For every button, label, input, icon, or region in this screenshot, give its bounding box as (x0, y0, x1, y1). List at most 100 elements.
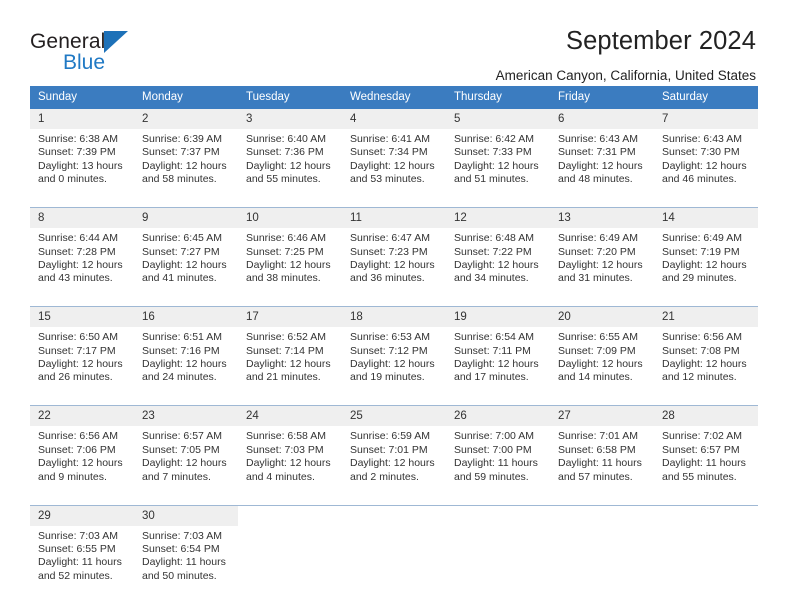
sunset-text: Sunset: 7:06 PM (38, 443, 116, 456)
day-cell[interactable]: 30 Sunrise: 7:03 AM Sunset: 6:54 PM Dayl… (134, 504, 238, 594)
daylight-text-line1: Daylight: 12 hours (142, 457, 227, 470)
sunset-text: Sunset: 7:16 PM (142, 344, 220, 357)
calendar-table: Sunday Monday Tuesday Wednesday Thursday… (30, 86, 758, 594)
day-details: Sunrise: 6:39 AM Sunset: 7:37 PM Dayligh… (134, 129, 238, 197)
day-cell-empty (342, 504, 446, 594)
day-details: Sunrise: 6:49 AM Sunset: 7:19 PM Dayligh… (654, 228, 758, 296)
day-cell[interactable]: 15 Sunrise: 6:50 AM Sunset: 7:17 PM Dayl… (30, 306, 134, 395)
day-details: Sunrise: 6:47 AM Sunset: 7:23 PM Dayligh… (342, 228, 446, 296)
day-cell[interactable]: 9 Sunrise: 6:45 AM Sunset: 7:27 PM Dayli… (134, 207, 238, 296)
sunrise-text: Sunrise: 6:38 AM (38, 133, 118, 145)
sunrise-text: Sunrise: 6:42 AM (454, 133, 534, 145)
day-cell[interactable]: 4 Sunrise: 6:41 AM Sunset: 7:34 PM Dayli… (342, 109, 446, 197)
day-cell[interactable]: 22 Sunrise: 6:56 AM Sunset: 7:06 PM Dayl… (30, 405, 134, 494)
day-cell[interactable]: 27 Sunrise: 7:01 AM Sunset: 6:58 PM Dayl… (550, 405, 654, 494)
day-number: 6 (550, 109, 654, 129)
weekday-header-thursday: Thursday (446, 86, 550, 109)
general-blue-logo: General Blue (30, 26, 129, 74)
day-cell[interactable]: 3 Sunrise: 6:40 AM Sunset: 7:36 PM Dayli… (238, 109, 342, 197)
sunrise-text: Sunrise: 6:43 AM (662, 133, 742, 145)
day-number (342, 506, 446, 526)
day-cell[interactable]: 8 Sunrise: 6:44 AM Sunset: 7:28 PM Dayli… (30, 207, 134, 296)
week-row: 8 Sunrise: 6:44 AM Sunset: 7:28 PM Dayli… (30, 207, 758, 296)
day-details: Sunrise: 6:43 AM Sunset: 7:31 PM Dayligh… (550, 129, 654, 197)
day-cell[interactable]: 19 Sunrise: 6:54 AM Sunset: 7:11 PM Dayl… (446, 306, 550, 395)
day-details: Sunrise: 6:58 AM Sunset: 7:03 PM Dayligh… (238, 426, 342, 494)
day-cell[interactable]: 13 Sunrise: 6:49 AM Sunset: 7:20 PM Dayl… (550, 207, 654, 296)
sunrise-text: Sunrise: 6:47 AM (350, 232, 430, 245)
day-cell[interactable]: 17 Sunrise: 6:52 AM Sunset: 7:14 PM Dayl… (238, 306, 342, 395)
day-cell[interactable]: 6 Sunrise: 6:43 AM Sunset: 7:31 PM Dayli… (550, 109, 654, 197)
day-cell[interactable]: 18 Sunrise: 6:53 AM Sunset: 7:12 PM Dayl… (342, 306, 446, 395)
daylight-text-line1: Daylight: 12 hours (350, 457, 435, 470)
day-cell[interactable]: 21 Sunrise: 6:56 AM Sunset: 7:08 PM Dayl… (654, 306, 758, 395)
day-details: Sunrise: 6:44 AM Sunset: 7:28 PM Dayligh… (30, 228, 134, 296)
day-number: 19 (446, 307, 550, 328)
daylight-text-line1: Daylight: 11 hours (142, 556, 226, 569)
sunrise-text: Sunrise: 6:43 AM (558, 133, 638, 145)
day-details: Sunrise: 6:48 AM Sunset: 7:22 PM Dayligh… (446, 228, 550, 296)
day-details: Sunrise: 6:45 AM Sunset: 7:27 PM Dayligh… (134, 228, 238, 296)
daylight-text-line2: and 4 minutes. (246, 470, 315, 483)
daylight-text-line1: Daylight: 12 hours (142, 258, 227, 271)
daylight-text-line2: and 0 minutes. (38, 173, 107, 186)
sunrise-text: Sunrise: 7:01 AM (558, 430, 638, 443)
daylight-text-line1: Daylight: 12 hours (662, 159, 747, 172)
day-cell[interactable]: 29 Sunrise: 7:03 AM Sunset: 6:55 PM Dayl… (30, 504, 134, 594)
sunrise-text: Sunrise: 6:59 AM (350, 430, 430, 443)
day-cell[interactable]: 1 Sunrise: 6:38 AM Sunset: 7:39 PM Dayli… (30, 109, 134, 197)
daylight-text-line1: Daylight: 12 hours (558, 258, 643, 271)
daylight-text-line1: Daylight: 12 hours (454, 258, 539, 271)
day-cell[interactable]: 5 Sunrise: 6:42 AM Sunset: 7:33 PM Dayli… (446, 109, 550, 197)
day-cell[interactable]: 23 Sunrise: 6:57 AM Sunset: 7:05 PM Dayl… (134, 405, 238, 494)
day-number: 15 (30, 307, 134, 328)
sunset-text: Sunset: 7:01 PM (350, 443, 428, 456)
sunset-text: Sunset: 7:09 PM (558, 344, 636, 357)
sunrise-text: Sunrise: 6:46 AM (246, 232, 326, 245)
day-cell-empty (238, 504, 342, 594)
day-details: Sunrise: 6:59 AM Sunset: 7:01 PM Dayligh… (342, 426, 446, 494)
daylight-text-line1: Daylight: 12 hours (246, 457, 331, 470)
daylight-text-line1: Daylight: 12 hours (38, 457, 123, 470)
calendar-page: General Blue September 2024 American Can… (0, 0, 792, 612)
daylight-text-line1: Daylight: 11 hours (558, 457, 642, 470)
day-cell[interactable]: 10 Sunrise: 6:46 AM Sunset: 7:25 PM Dayl… (238, 207, 342, 296)
daylight-text-line2: and 36 minutes. (350, 272, 425, 285)
sunset-text: Sunset: 7:08 PM (662, 344, 740, 357)
day-number: 16 (134, 307, 238, 328)
title-block: September 2024 American Canyon, Californ… (496, 26, 758, 85)
daylight-text-line1: Daylight: 12 hours (662, 358, 747, 371)
sunrise-text: Sunrise: 7:03 AM (38, 529, 118, 542)
day-cell[interactable]: 16 Sunrise: 6:51 AM Sunset: 7:16 PM Dayl… (134, 306, 238, 395)
day-details: Sunrise: 6:46 AM Sunset: 7:25 PM Dayligh… (238, 228, 342, 296)
day-number: 27 (550, 406, 654, 427)
day-cell[interactable]: 14 Sunrise: 6:49 AM Sunset: 7:19 PM Dayl… (654, 207, 758, 296)
day-cell[interactable]: 7 Sunrise: 6:43 AM Sunset: 7:30 PM Dayli… (654, 109, 758, 197)
day-cell[interactable]: 12 Sunrise: 6:48 AM Sunset: 7:22 PM Dayl… (446, 207, 550, 296)
day-details: Sunrise: 7:02 AM Sunset: 6:57 PM Dayligh… (654, 426, 758, 494)
day-details: Sunrise: 6:51 AM Sunset: 7:16 PM Dayligh… (134, 327, 238, 395)
row-spacer (30, 196, 758, 208)
sunset-text: Sunset: 7:39 PM (38, 146, 116, 159)
day-details: Sunrise: 6:49 AM Sunset: 7:20 PM Dayligh… (550, 228, 654, 296)
day-cell[interactable]: 11 Sunrise: 6:47 AM Sunset: 7:23 PM Dayl… (342, 207, 446, 296)
daylight-text-line2: and 46 minutes. (662, 173, 737, 186)
daylight-text-line2: and 38 minutes. (246, 272, 321, 285)
logo-text-blue: Blue (63, 51, 106, 74)
day-number: 14 (654, 208, 758, 229)
day-cell[interactable]: 20 Sunrise: 6:55 AM Sunset: 7:09 PM Dayl… (550, 306, 654, 395)
day-cell[interactable]: 26 Sunrise: 7:00 AM Sunset: 7:00 PM Dayl… (446, 405, 550, 494)
logo-text-general: General (30, 30, 106, 53)
sunrise-text: Sunrise: 6:50 AM (38, 331, 118, 344)
day-number: 25 (342, 406, 446, 427)
day-cell[interactable]: 24 Sunrise: 6:58 AM Sunset: 7:03 PM Dayl… (238, 405, 342, 494)
sunset-text: Sunset: 7:00 PM (454, 443, 532, 456)
daylight-text-line2: and 55 minutes. (246, 173, 321, 186)
day-number: 5 (446, 109, 550, 129)
day-cell[interactable]: 2 Sunrise: 6:39 AM Sunset: 7:37 PM Dayli… (134, 109, 238, 197)
day-cell[interactable]: 25 Sunrise: 6:59 AM Sunset: 7:01 PM Dayl… (342, 405, 446, 494)
daylight-text-line1: Daylight: 11 hours (662, 457, 746, 470)
day-details: Sunrise: 6:41 AM Sunset: 7:34 PM Dayligh… (342, 129, 446, 197)
day-number: 22 (30, 406, 134, 427)
day-cell[interactable]: 28 Sunrise: 7:02 AM Sunset: 6:57 PM Dayl… (654, 405, 758, 494)
